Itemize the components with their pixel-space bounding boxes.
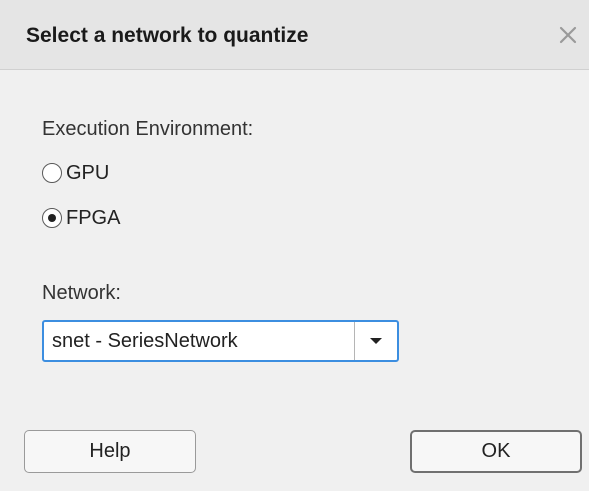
ok-button[interactable]: OK [410, 430, 582, 473]
close-button[interactable] [555, 22, 581, 48]
dialog-title: Select a network to quantize [26, 24, 309, 47]
help-button[interactable]: Help [24, 430, 196, 473]
network-dropdown[interactable]: snet - SeriesNetwork [42, 320, 399, 362]
network-dropdown-value: snet - SeriesNetwork [52, 330, 238, 352]
radio-gpu[interactable]: GPU [42, 160, 109, 186]
radio-fpga-circle[interactable] [42, 208, 62, 228]
execution-environment-label: Execution Environment: [42, 118, 254, 140]
quantize-dialog: Select a network to quantize Execution E… [0, 0, 589, 491]
radio-fpga[interactable]: FPGA [42, 205, 120, 231]
radio-fpga-label[interactable]: FPGA [66, 207, 120, 230]
title-bar: Select a network to quantize [0, 0, 589, 70]
radio-selected-dot [48, 214, 56, 222]
close-icon [559, 26, 577, 44]
network-label: Network: [42, 282, 121, 304]
caret-down-icon [370, 338, 382, 344]
radio-gpu-circle[interactable] [42, 163, 62, 183]
radio-gpu-label[interactable]: GPU [66, 162, 109, 185]
dropdown-arrow-button[interactable] [355, 322, 397, 360]
